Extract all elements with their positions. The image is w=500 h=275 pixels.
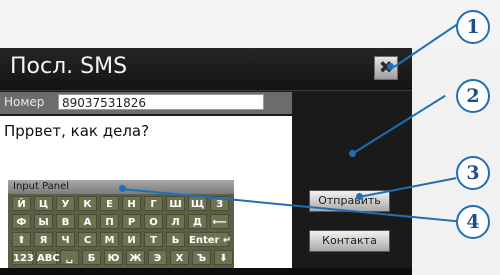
keyboard-key[interactable]: В bbox=[56, 214, 75, 229]
callout-dot-1 bbox=[387, 63, 394, 70]
input-panel: Input Panel Й Ц У К Е Н Г Ш Щ З Ф Ы В А П Р О Л Д ⟵ ⬆ Я Ч С М И Т Ь… bbox=[8, 180, 234, 275]
keyboard-key[interactable]: Ю bbox=[104, 250, 123, 265]
keyboard-key[interactable]: ⟵ bbox=[210, 214, 229, 229]
keyboard-key[interactable]: О bbox=[144, 214, 163, 229]
keyboard-key[interactable]: Д bbox=[188, 214, 207, 229]
keyboard-key[interactable]: Х bbox=[170, 250, 189, 265]
number-row: Номер 89037531826 bbox=[0, 92, 292, 114]
page-background bbox=[0, 0, 500, 48]
sms-window: Посл. SMS ✖ Номер 89037531826 Пррвет, ка… bbox=[0, 48, 412, 275]
keyboard-key[interactable]: Р bbox=[122, 214, 141, 229]
keyboard-key[interactable]: К bbox=[78, 196, 97, 211]
window-title: Посл. SMS bbox=[10, 54, 128, 79]
keyboard-key[interactable]: Ъ bbox=[192, 250, 211, 265]
keyboard-key[interactable]: П bbox=[100, 214, 119, 229]
keyboard-key[interactable]: Ь bbox=[166, 232, 185, 247]
keyboard-key[interactable]: ␣ bbox=[60, 250, 79, 265]
callout-4: 4 bbox=[456, 205, 490, 239]
callout-dot-3 bbox=[356, 193, 363, 200]
title-bar: Посл. SMS ✖ bbox=[0, 48, 412, 91]
keyboard-key[interactable]: У bbox=[56, 196, 75, 211]
keyboard-key[interactable]: Н bbox=[122, 196, 141, 211]
keyboard-key[interactable]: ⬆ bbox=[12, 232, 31, 247]
keyboard-key[interactable]: Л bbox=[166, 214, 185, 229]
keyboard-key[interactable]: Ш bbox=[166, 196, 185, 211]
callout-dot-2 bbox=[349, 150, 356, 157]
keyboard-key[interactable]: Ц bbox=[34, 196, 53, 211]
keyboard-key[interactable]: ⬇ bbox=[214, 250, 233, 265]
keyboard-key[interactable]: М bbox=[100, 232, 119, 247]
message-text: Пррвет, как дела? bbox=[4, 122, 150, 140]
keyboard-key[interactable]: И bbox=[122, 232, 141, 247]
keyboard-key[interactable]: Щ bbox=[188, 196, 207, 211]
keyboard-key[interactable]: Ф bbox=[12, 214, 31, 229]
keyboard-key[interactable]: Ы bbox=[34, 214, 53, 229]
keyboard-key[interactable]: А bbox=[78, 214, 97, 229]
keyboard-key[interactable]: Э bbox=[148, 250, 167, 265]
callout-3: 3 bbox=[456, 156, 490, 190]
bottom-bar bbox=[0, 268, 412, 275]
keyboard-key[interactable]: Т bbox=[144, 232, 163, 247]
keyboard-key[interactable]: Ж bbox=[126, 250, 145, 265]
keyboard-key[interactable]: 123 bbox=[12, 250, 34, 265]
keyboard-key[interactable]: Enter ↵ bbox=[188, 232, 231, 247]
action-panel: Отправить Контакта bbox=[292, 92, 412, 275]
keyboard-key[interactable]: Г bbox=[144, 196, 163, 211]
close-icon[interactable]: ✖ bbox=[374, 56, 398, 80]
keyboard-key[interactable]: Ч bbox=[56, 232, 75, 247]
keyboard-key[interactable]: Б bbox=[82, 250, 101, 265]
keyboard-key[interactable]: Е bbox=[100, 196, 119, 211]
keyboard-key[interactable]: Я bbox=[34, 232, 53, 247]
keyboard-key[interactable]: С bbox=[78, 232, 97, 247]
callout-1: 1 bbox=[456, 10, 490, 44]
callout-2: 2 bbox=[456, 79, 490, 113]
input-panel-title: Input Panel bbox=[13, 181, 70, 192]
number-input[interactable]: 89037531826 bbox=[58, 94, 264, 110]
contacts-button[interactable]: Контакта bbox=[309, 230, 390, 252]
keyboard-key[interactable]: ABC bbox=[36, 250, 60, 265]
callout-dot-4 bbox=[119, 185, 126, 192]
keyboard-key[interactable]: Й bbox=[12, 196, 31, 211]
number-label: Номер bbox=[4, 95, 45, 109]
